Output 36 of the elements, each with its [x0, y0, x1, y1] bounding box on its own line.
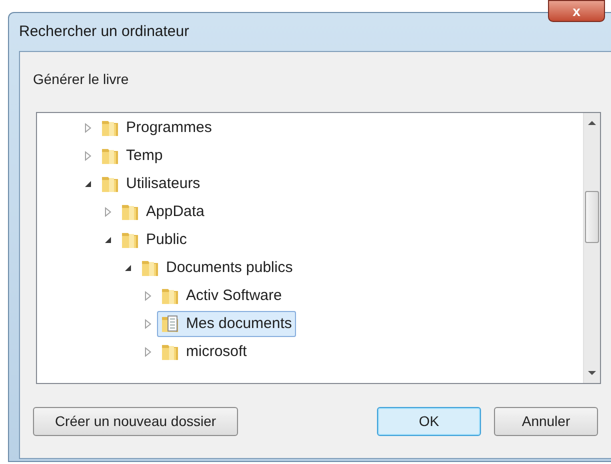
tree-item[interactable]: Utilisateurs: [97, 171, 204, 197]
collapsed-arrow-icon[interactable]: [84, 123, 92, 133]
collapsed-arrow-icon[interactable]: [144, 319, 152, 329]
collapsed-arrow-icon[interactable]: [144, 291, 152, 301]
tree-item[interactable]: Documents publics: [137, 255, 297, 281]
tree-item[interactable]: Activ Software: [157, 283, 286, 309]
collapsed-arrow-icon[interactable]: [144, 347, 152, 357]
collapsed-arrow-icon[interactable]: [84, 151, 92, 161]
window-title: Rechercher un ordinateur: [19, 22, 190, 42]
scroll-thumb[interactable]: [585, 191, 599, 243]
scroll-up-icon[interactable]: [588, 119, 596, 127]
documents-folder-icon: [160, 314, 180, 334]
tree-item[interactable]: Programmes: [97, 115, 216, 141]
expanded-arrow-icon[interactable]: [104, 236, 112, 244]
folder-icon: [160, 342, 180, 362]
new-folder-button[interactable]: Créer un nouveau dossier: [33, 407, 238, 436]
expanded-arrow-icon[interactable]: [84, 180, 92, 188]
folder-icon: [120, 202, 140, 222]
tree-item[interactable]: Public: [117, 227, 191, 253]
folder-icon: [100, 174, 120, 194]
tree-item[interactable]: Temp: [97, 143, 167, 169]
dialog-button[interactable]: Annuler: [494, 407, 598, 436]
scrollbar[interactable]: [583, 113, 600, 383]
folder-icon: [160, 286, 180, 306]
collapsed-arrow-icon[interactable]: [104, 207, 112, 217]
expanded-arrow-icon[interactable]: [124, 264, 132, 272]
dialog-button[interactable]: OK: [377, 407, 481, 436]
tree-item[interactable]: Mes documents: [157, 311, 296, 337]
folder-icon: [100, 146, 120, 166]
tree-item[interactable]: microsoft: [157, 339, 251, 365]
folder-icon: [100, 118, 120, 138]
description-text: Générer le livre: [33, 71, 129, 87]
folder-icon: [140, 258, 160, 278]
scroll-down-icon[interactable]: [588, 369, 596, 377]
tree-item[interactable]: AppData: [117, 199, 208, 225]
folder-icon: [120, 230, 140, 250]
